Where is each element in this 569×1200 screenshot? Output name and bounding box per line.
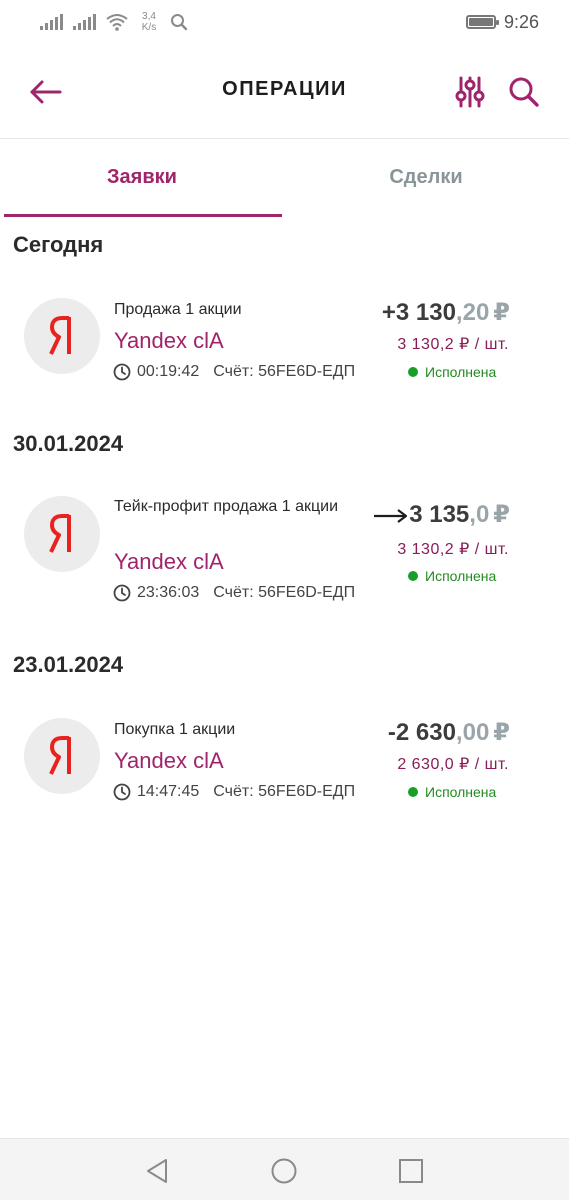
yandex-y-icon	[49, 736, 71, 775]
signal-icon	[40, 14, 63, 30]
operation-amount: +3 130,20 ₽	[382, 298, 510, 327]
operation-meta: 23:36:03 Счёт: 56FE6D-ЕДП	[113, 584, 355, 602]
app-header: ОПЕРАЦИИ	[0, 60, 569, 124]
header-divider	[0, 138, 569, 139]
nav-back-button[interactable]	[144, 1157, 172, 1185]
operation-time: 00:19:42	[137, 363, 200, 380]
status-dot-icon	[408, 367, 418, 377]
amount-fraction: ,0	[469, 501, 490, 528]
yandex-logo	[24, 298, 100, 374]
status-text: Исполнена	[425, 784, 497, 800]
filter-button[interactable]	[452, 74, 488, 110]
nav-home-circle-icon	[271, 1158, 297, 1184]
status-dot-icon	[408, 571, 418, 581]
operation-item[interactable]: Тейк-профит продажа 1 акции Yandex clA 2…	[0, 488, 569, 618]
amount-fraction: ,00	[455, 719, 490, 746]
status-dot-icon	[408, 787, 418, 797]
amount-fraction: ,20	[455, 299, 490, 326]
instrument-name: Yandex clA	[114, 549, 224, 574]
battery-icon	[465, 15, 499, 29]
network-speed-unit: K/s	[141, 22, 157, 33]
status-badge: Исполнена	[408, 568, 496, 584]
account-label: Счёт: 56FE6D-ЕДП	[213, 783, 356, 800]
operation-time: 23:36:03	[137, 584, 200, 601]
long-right-arrow-icon	[374, 508, 408, 523]
status-text: Исполнена	[425, 364, 497, 380]
clock-icon	[113, 363, 131, 381]
search-icon	[171, 14, 188, 31]
tab-orders[interactable]: Заявки	[0, 140, 284, 218]
search-button[interactable]	[505, 74, 543, 110]
price-per-share: 3 130,2 ₽ / шт.	[397, 541, 509, 558]
system-nav-bar	[0, 1138, 569, 1200]
amount-currency: ₽	[493, 299, 510, 326]
network-speed-value: 3,4	[142, 11, 156, 22]
wifi-icon	[106, 14, 128, 31]
operation-type: Покупка 1 акции	[114, 721, 236, 738]
clock-icon	[113, 584, 131, 602]
account-label: Счёт: 56FE6D-ЕДП	[213, 363, 356, 380]
amount-currency: ₽	[493, 501, 510, 528]
nav-back-triangle-icon	[147, 1159, 167, 1183]
clock-icon	[113, 783, 131, 801]
instrument-name: Yandex clA	[114, 328, 224, 353]
network-speed: 3,4 K/s	[138, 11, 160, 33]
filter-sliders-icon	[455, 76, 485, 108]
operation-meta: 00:19:42 Счёт: 56FE6D-ЕДП	[113, 363, 355, 381]
status-bar: 3,4 K/s 9:26	[0, 0, 569, 44]
yandex-y-icon	[49, 514, 71, 553]
operation-amount: -2 630,00 ₽	[388, 718, 510, 747]
operation-type: Продажа 1 акции	[114, 301, 242, 318]
nav-home-button[interactable]	[270, 1157, 298, 1185]
operation-item[interactable]: Покупка 1 акции Yandex clA 14:47:45 Счёт…	[0, 710, 569, 820]
account-label: Счёт: 56FE6D-ЕДП	[213, 584, 356, 601]
amount-integer: +3 130	[381, 299, 456, 326]
active-tab-indicator	[4, 214, 282, 217]
section-date: 23.01.2024	[13, 652, 124, 677]
operation-amount: 3 135,0 ₽	[373, 500, 510, 529]
status-time: 9:26	[503, 11, 539, 32]
tabs-bar: Заявки Сделки	[0, 140, 569, 218]
status-bar-left: 3,4 K/s	[40, 10, 188, 34]
signal-icon	[73, 14, 96, 30]
status-text: Исполнена	[425, 568, 497, 584]
status-badge: Исполнена	[408, 784, 496, 800]
instrument-name: Yandex clA	[114, 748, 224, 773]
price-per-share: 3 130,2 ₽ / шт.	[397, 336, 509, 353]
amount-integer: 3 135	[409, 501, 470, 528]
nav-recents-square-icon	[399, 1159, 423, 1183]
amount-currency: ₽	[493, 719, 510, 746]
operation-time: 14:47:45	[137, 783, 200, 800]
tab-deals[interactable]: Сделки	[284, 140, 568, 218]
operation-type: Тейк-профит продажа 1 акции	[114, 498, 339, 515]
operation-item[interactable]: Продажа 1 акции Yandex clA 00:19:42 Счёт…	[0, 290, 569, 400]
status-badge: Исполнена	[408, 364, 496, 380]
section-date: Сегодня	[13, 232, 104, 257]
price-per-share: 2 630,0 ₽ / шт.	[397, 756, 509, 773]
status-bar-right: 9:26	[465, 10, 539, 34]
yandex-y-icon	[49, 316, 71, 355]
nav-recents-button[interactable]	[397, 1157, 425, 1185]
section-date: 30.01.2024	[13, 431, 124, 456]
yandex-logo	[24, 718, 100, 794]
operation-meta: 14:47:45 Счёт: 56FE6D-ЕДП	[113, 783, 355, 801]
yandex-logo	[24, 496, 100, 572]
amount-integer: -2 630	[387, 719, 456, 746]
search-icon	[509, 77, 539, 107]
